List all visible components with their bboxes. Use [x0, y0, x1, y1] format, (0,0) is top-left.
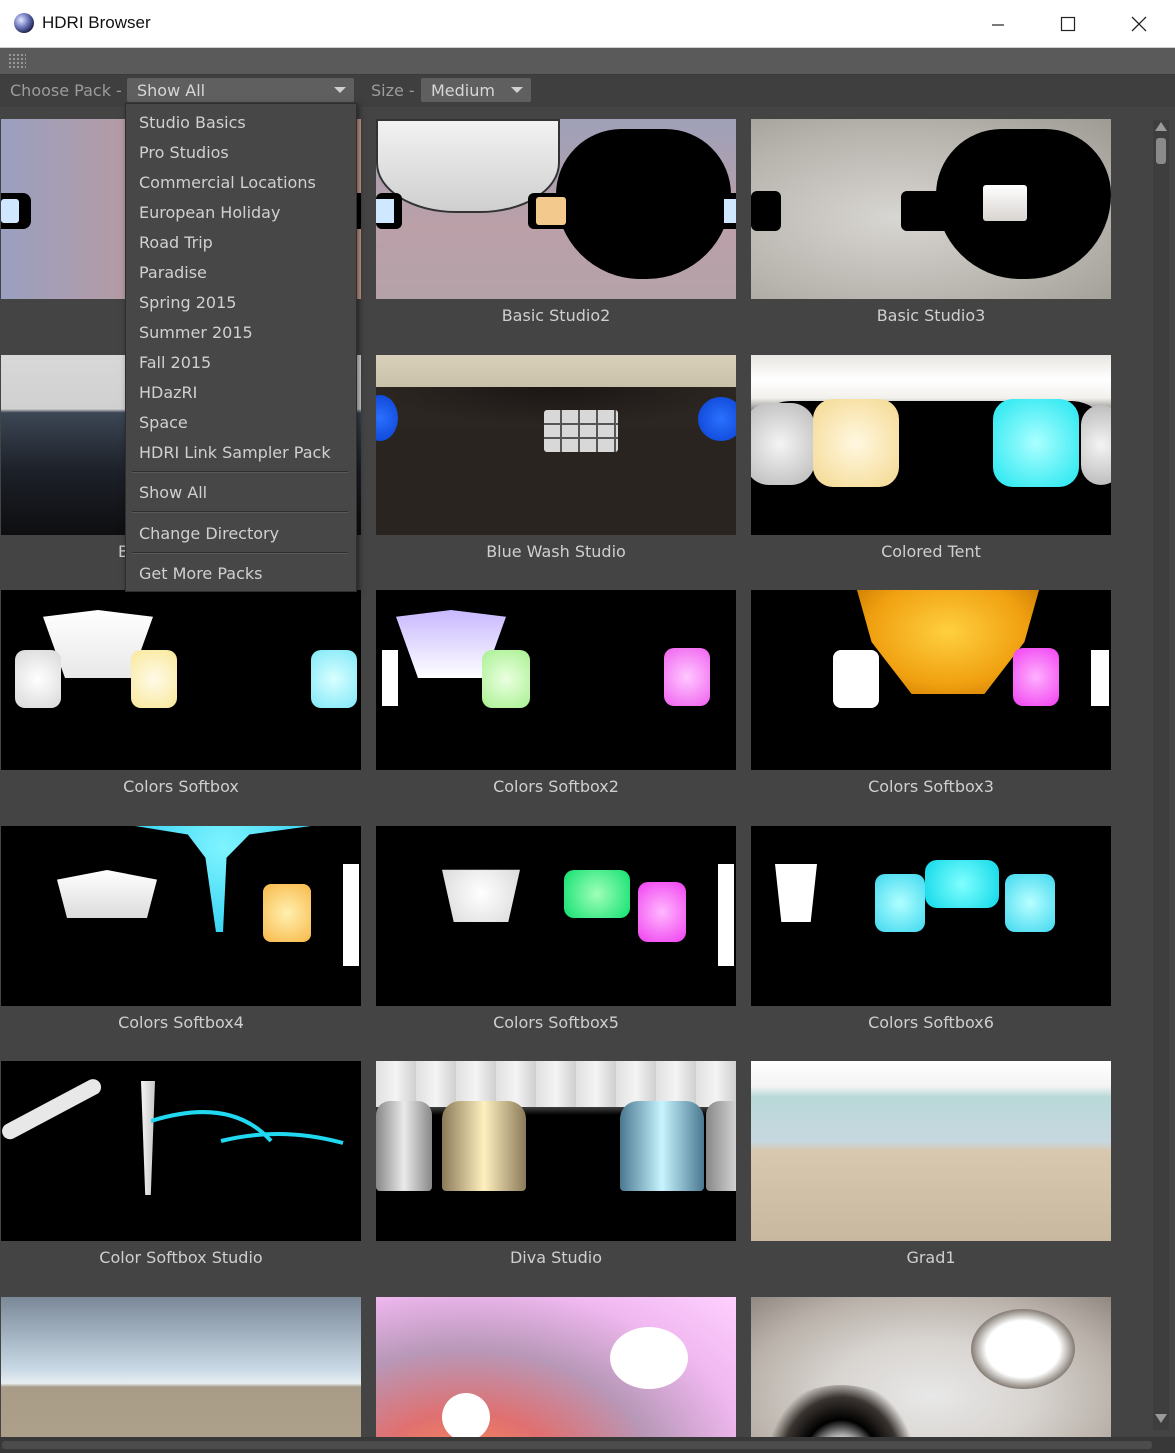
vertical-scrollbar[interactable] — [1153, 120, 1169, 1430]
horizontal-scrollbar-thumb[interactable] — [2, 1441, 1152, 1449]
thumbnail-image[interactable] — [1, 826, 361, 1006]
window-title: HDRI Browser — [42, 13, 151, 32]
thumbnail-image[interactable] — [751, 1061, 1111, 1241]
scroll-up-icon[interactable] — [1155, 122, 1167, 131]
size-dropdown-value: Medium — [431, 81, 495, 100]
thumbnail-label: Colors Softbox3 — [868, 777, 994, 796]
close-button[interactable] — [1104, 0, 1174, 47]
menu-item-get-more-packs[interactable]: Get More Packs — [139, 564, 262, 583]
menu-bar — [0, 48, 1175, 75]
size-label: Size - — [371, 81, 415, 100]
thumbnail-label: Colored Tent — [881, 542, 981, 561]
app-icon — [14, 13, 34, 33]
thumbnail-label: Colors Softbox6 — [868, 1013, 994, 1032]
thumbnail-image[interactable] — [1, 1061, 361, 1241]
thumbnail-label: Diva Studio — [509, 1248, 603, 1267]
minimize-icon — [992, 23, 1004, 26]
menu-item[interactable]: Paradise — [139, 263, 207, 282]
grip-icon[interactable] — [8, 53, 26, 69]
menu-item[interactable]: Summer 2015 — [139, 323, 253, 342]
menu-item[interactable]: HDRI Link Sampler Pack — [139, 443, 331, 462]
minimize-button[interactable] — [963, 0, 1033, 47]
menu-item[interactable]: Road Trip — [139, 233, 213, 252]
thumbnail-image[interactable] — [376, 1297, 736, 1437]
pack-dropdown-menu: Studio Basics Pro Studios Commercial Loc… — [125, 103, 357, 592]
menu-item[interactable]: Space — [139, 413, 188, 432]
pack-dropdown-value: Show All — [137, 81, 206, 100]
thumbnail-label: Blue Wash Studio — [486, 542, 626, 561]
chevron-down-icon — [334, 87, 346, 93]
thumbnail-image[interactable] — [376, 355, 736, 535]
thumbnail-image[interactable] — [751, 1297, 1111, 1437]
thumbnail-image[interactable] — [751, 590, 1111, 770]
maximize-button[interactable] — [1033, 0, 1103, 47]
menu-item[interactable]: Commercial Locations — [139, 173, 316, 192]
thumbnail-label: Color Softbox Studio — [99, 1248, 263, 1267]
close-icon — [1131, 16, 1147, 31]
choose-pack-label: Choose Pack - — [10, 81, 122, 100]
size-dropdown[interactable]: Medium — [421, 78, 531, 102]
thumbnail-image[interactable] — [751, 826, 1111, 1006]
thumbnail-label: Colors Softbox2 — [493, 777, 619, 796]
thumbnail-image[interactable] — [751, 355, 1111, 535]
thumbnail-label: Colors Softbox4 — [118, 1013, 244, 1032]
scroll-down-icon[interactable] — [1155, 1414, 1167, 1423]
maximize-icon — [1060, 16, 1076, 31]
menu-item[interactable]: Spring 2015 — [139, 293, 236, 312]
horizontal-scrollbar[interactable] — [0, 1437, 1175, 1453]
thumbnail-image[interactable] — [376, 826, 736, 1006]
menu-item[interactable]: European Holiday — [139, 203, 280, 222]
pack-dropdown[interactable]: Show All — [127, 78, 354, 102]
menu-item[interactable]: Studio Basics — [139, 113, 246, 132]
thumbnail-image[interactable] — [751, 119, 1111, 299]
thumbnail-label: Basic Studio3 — [876, 306, 986, 325]
thumbnail-image[interactable] — [1, 1297, 361, 1437]
scrollbar-thumb[interactable] — [1156, 138, 1166, 164]
thumbnail-label: Colors Softbox5 — [493, 1013, 619, 1032]
light-streak-icon — [151, 1110, 344, 1145]
menu-separator — [132, 511, 348, 513]
thumbnail-image[interactable] — [376, 119, 736, 299]
chevron-down-icon — [511, 87, 523, 93]
thumbnail-label: Colors Softbox — [123, 777, 239, 796]
menu-item[interactable]: Fall 2015 — [139, 353, 211, 372]
thumbnail-image[interactable] — [376, 590, 736, 770]
thumbnail-label: Basic Studio2 — [501, 306, 611, 325]
menu-separator — [132, 471, 348, 473]
thumbnail-image[interactable] — [1, 590, 361, 770]
menu-item[interactable]: Pro Studios — [139, 143, 229, 162]
thumbnail-image[interactable] — [376, 1061, 736, 1241]
menu-item[interactable]: HDazRI — [139, 383, 197, 402]
thumbnail-label: Grad1 — [906, 1248, 956, 1267]
menu-item-show-all[interactable]: Show All — [139, 483, 207, 502]
menu-item-change-directory[interactable]: Change Directory — [139, 524, 279, 543]
title-bar: HDRI Browser — [0, 0, 1175, 48]
menu-separator — [132, 552, 348, 554]
